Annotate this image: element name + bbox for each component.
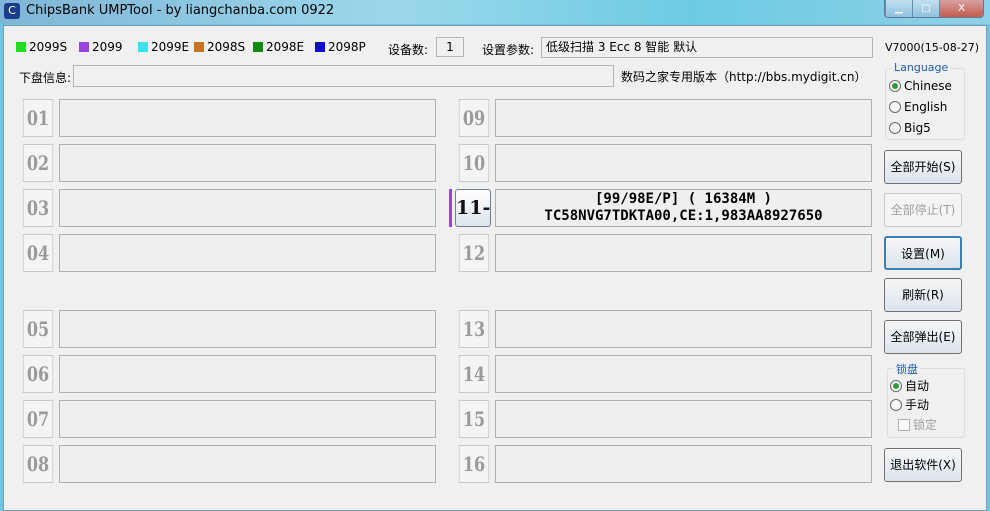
port-number-07[interactable]: 07: [22, 400, 54, 438]
legend-item: 2099S: [16, 40, 67, 54]
port-status-panel: [59, 144, 436, 182]
port-number-05[interactable]: 05: [22, 310, 54, 348]
edition-label: 数码之家专用版本（http://bbs.mydigit.cn）: [621, 70, 867, 84]
legend-label: 2098P: [328, 40, 366, 54]
chip-type-indicator: [449, 189, 452, 227]
color-swatch: [16, 42, 26, 52]
port-number-04[interactable]: 04: [22, 234, 54, 272]
port-number-08[interactable]: 08: [22, 445, 54, 483]
checkbox-icon: [898, 418, 910, 431]
radio-label: English: [904, 100, 948, 114]
radio-label: 自动: [905, 379, 930, 393]
window-title: ChipsBank UMPTool - by liangchanba.com 0…: [26, 3, 335, 18]
legend-label: 2099: [92, 40, 123, 54]
radio-label: 手动: [905, 398, 930, 412]
port-status-panel: [59, 445, 436, 483]
checkbox-label: 锁定: [913, 418, 938, 432]
port-number-12[interactable]: 12: [458, 234, 490, 272]
port-status-panel: [495, 99, 872, 137]
port-number-13[interactable]: 13: [458, 310, 490, 348]
port-status-panel: [495, 310, 872, 348]
maximize-button[interactable]: □: [912, 0, 939, 17]
port-status-panel: [59, 400, 436, 438]
minimize-button[interactable]: ▁: [885, 0, 912, 17]
port-status-panel: [495, 445, 872, 483]
language-chinese-radio[interactable]: Chinese: [889, 79, 952, 93]
port-number-10[interactable]: 10: [458, 144, 490, 182]
refresh-button[interactable]: 刷新(R): [884, 278, 962, 312]
port-status-panel: [59, 189, 436, 227]
port-number-16[interactable]: 16: [458, 445, 490, 483]
main-window: 2099S 2099 2099E 2098S 2098E 2098P 设备数: 1 设置参…: [3, 25, 987, 511]
port-number-15[interactable]: 15: [458, 400, 490, 438]
title-bar[interactable]: C ChipsBank UMPTool - by liangchanba.com…: [0, 0, 990, 24]
language-group: Language Chinese English Big5: [885, 61, 965, 140]
port-info-line2: TC58NVG7TDKTA00,CE:1,983AA8927650: [544, 208, 823, 224]
legend-label: 2099E: [151, 40, 190, 54]
radio-label: Chinese: [904, 79, 952, 93]
radio-icon: [889, 80, 901, 92]
lock-group: 锁盘 自动 手动 锁定: [887, 361, 965, 438]
legend-label: 2099S: [29, 40, 68, 54]
lock-checkbox[interactable]: 锁定: [898, 416, 937, 433]
port-number-01[interactable]: 01: [22, 99, 54, 137]
lock-manual-radio[interactable]: 手动: [890, 396, 929, 413]
port-status-panel: [495, 234, 872, 272]
legend-item: 2098P: [315, 40, 366, 54]
settings-label: 设置参数:: [482, 43, 535, 57]
device-count-value: 1: [436, 37, 464, 57]
port-status-panel: [59, 310, 436, 348]
port-status-panel: [495, 400, 872, 438]
port-status-panel: [99/98E/P] ( 16384M ) TC58NVG7TDKTA00,CE:…: [495, 189, 872, 227]
legend-label: 2098E: [266, 40, 305, 54]
language-title: Language: [892, 61, 951, 74]
port-number-09[interactable]: 09: [458, 99, 490, 137]
settings-value: 低级扫描 3 Ecc 8 智能 默认: [541, 37, 873, 58]
port-number-14[interactable]: 14: [458, 355, 490, 393]
port-status-panel: [59, 234, 436, 272]
language-big5-radio[interactable]: Big5: [889, 121, 931, 135]
eject-all-button[interactable]: 全部弹出(E): [884, 320, 962, 354]
language-english-radio[interactable]: English: [889, 100, 947, 114]
color-swatch: [138, 42, 148, 52]
radio-label: Big5: [904, 121, 931, 135]
lock-title: 锁盘: [894, 361, 920, 377]
legend-item: 2098E: [253, 40, 304, 54]
device-count-label: 设备数:: [388, 43, 429, 57]
color-swatch: [79, 42, 89, 52]
color-swatch: [194, 42, 204, 52]
radio-icon: [890, 379, 902, 392]
port-number-02[interactable]: 02: [22, 144, 54, 182]
port-number-06[interactable]: 06: [22, 355, 54, 393]
settings-button[interactable]: 设置(M): [884, 236, 962, 270]
radio-icon: [889, 122, 901, 134]
color-swatch: [315, 42, 325, 52]
stop-all-button[interactable]: 全部停止(T): [884, 193, 962, 227]
legend-item: 2099: [79, 40, 123, 54]
port-status-panel: [59, 99, 436, 137]
lock-auto-radio[interactable]: 自动: [890, 377, 929, 394]
exit-button[interactable]: 退出软件(X): [884, 448, 962, 482]
port-status-panel: [495, 355, 872, 393]
port-number-03[interactable]: 03: [22, 189, 54, 227]
radio-icon: [890, 398, 902, 411]
version-label: V7000(15-08-27): [885, 41, 980, 54]
port-number-11-I[interactable]: 11-I: [455, 189, 491, 255]
port-status-panel: [59, 355, 436, 393]
port-info-line1: [99/98E/P] ( 16384M ): [594, 191, 772, 207]
start-all-button[interactable]: 全部开始(S): [884, 150, 962, 184]
legend-item: 2099E: [138, 40, 189, 54]
close-button[interactable]: X: [939, 0, 983, 17]
disk-info-field: [73, 65, 614, 87]
legend-item: 2098S: [194, 40, 245, 54]
app-icon: C: [4, 3, 20, 19]
port-status-panel: [495, 144, 872, 182]
disk-info-label: 下盘信息:: [19, 71, 72, 85]
radio-icon: [889, 101, 901, 113]
legend-label: 2098S: [207, 40, 246, 54]
color-swatch: [253, 42, 263, 52]
